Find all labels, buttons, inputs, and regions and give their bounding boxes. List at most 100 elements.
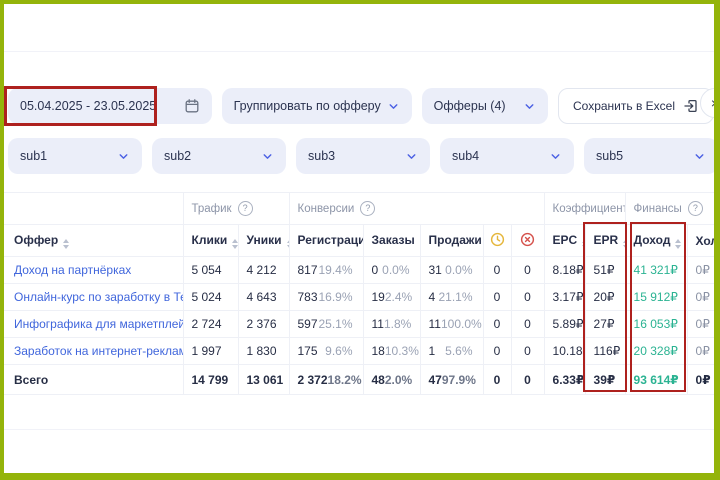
sort-icon[interactable] — [232, 239, 238, 249]
chevron-down-icon — [693, 150, 706, 163]
column-label: Оффер — [14, 233, 58, 247]
column-header-income[interactable]: Доход — [625, 225, 687, 257]
help-icon[interactable]: ? — [238, 201, 253, 216]
group-header-traffic: Трафик? — [183, 193, 289, 225]
clicks-cell: 5 024 — [183, 284, 238, 311]
close-icon: × — [711, 95, 719, 111]
sort-icon[interactable] — [63, 239, 69, 249]
epr-cell: 27₽ — [585, 311, 625, 338]
sort-icon[interactable] — [675, 239, 681, 249]
help-icon[interactable]: ? — [688, 201, 703, 216]
orders-count: 18 — [372, 344, 385, 358]
table-row: Заработок на интернет-рекламе 1 997 1 83… — [4, 338, 714, 365]
calendar-icon[interactable] — [184, 98, 200, 114]
export-excel-button[interactable]: Сохранить в Excel — [558, 88, 714, 124]
group-label: Трафик — [192, 203, 232, 215]
sales-pct: 21.1% — [438, 290, 472, 304]
offers-select[interactable]: Офферы (4) — [422, 88, 548, 124]
column-label: Доход — [634, 233, 671, 247]
column-header-epr[interactable]: EPR — [585, 225, 625, 257]
column-label: Уники — [247, 233, 282, 247]
orders-count: 0 — [372, 263, 379, 277]
help-icon[interactable]: ? — [360, 201, 375, 216]
export-excel-label: Сохранить в Excel — [573, 99, 675, 113]
orders-pct: 2.0% — [385, 373, 412, 387]
epc-cell: 5.89₽ — [544, 311, 585, 338]
column-label: Холд — [696, 234, 715, 248]
rejected-cell: 0 — [511, 284, 544, 311]
column-header-clicks[interactable]: Клики — [183, 225, 238, 257]
registrations-count: 783 — [298, 290, 318, 304]
group-header-coefficients: Коэффициенты? — [544, 193, 625, 225]
column-label: Клики — [192, 233, 228, 247]
column-header-orders[interactable]: Заказы — [363, 225, 420, 257]
column-header-sales[interactable]: Продажи — [420, 225, 483, 257]
hold-cell: 0₽ — [687, 284, 714, 311]
sub2-select[interactable]: sub2 — [152, 138, 286, 174]
rejected-cross-icon — [520, 232, 535, 247]
sub-filters: sub1 sub2 sub3 sub4 sub5 — [8, 138, 714, 174]
group-header-conversions: Конверсии? — [289, 193, 544, 225]
sub1-select[interactable]: sub1 — [8, 138, 142, 174]
chevron-down-icon — [523, 100, 536, 113]
epr-cell: 51₽ — [585, 257, 625, 284]
registrations-pct: 18.2% — [328, 373, 362, 387]
income-cell: 16 053₽ — [625, 311, 687, 338]
pending-cell: 0 — [483, 311, 511, 338]
rejected-cell: 0 — [511, 365, 544, 395]
total-label: Всего — [4, 365, 183, 395]
table-row: Инфографика для маркетплейсов 2 724 2 37… — [4, 311, 714, 338]
column-label: Продажи — [429, 233, 482, 247]
column-header-uniques[interactable]: Уники — [238, 225, 289, 257]
income-cell: 20 328₽ — [625, 338, 687, 365]
sub4-select[interactable]: sub4 — [440, 138, 574, 174]
pending-cell: 0 — [483, 365, 511, 395]
registrations-pct: 9.6% — [325, 344, 352, 358]
epc-cell: 6.33₽ — [544, 365, 585, 395]
group-header-finance: Финансы? — [625, 193, 714, 225]
stats-table: Трафик? Конверсии? Коэффициенты? Финансы… — [4, 192, 714, 395]
sales-pct: 97.9% — [442, 373, 476, 387]
group-by-select[interactable]: Группировать по офферу — [222, 88, 412, 124]
sub1-value: sub1 — [20, 149, 47, 163]
offer-link[interactable]: Доход на партнёрках — [14, 263, 131, 277]
pending-clock-icon — [490, 232, 505, 247]
sub4-value: sub4 — [452, 149, 479, 163]
epc-cell: 10.18₽ — [544, 338, 585, 365]
column-header-epc[interactable]: EPC — [544, 225, 585, 257]
uniques-cell: 13 061 — [238, 365, 289, 395]
total-row: Всего 14 799 13 061 2 37218.2% 482.0% 47… — [4, 365, 714, 395]
offers-value: Офферы (4) — [434, 99, 506, 113]
sales-pct: 0.0% — [445, 263, 472, 277]
column-label: Регистрации — [298, 233, 364, 247]
sales-pct: 5.6% — [445, 344, 472, 358]
top-divider — [4, 4, 714, 52]
column-header-registrations[interactable]: Регистрации — [289, 225, 363, 257]
hold-cell: 0₽ — [687, 311, 714, 338]
epc-cell: 3.17₽ — [544, 284, 585, 311]
rejected-cell: 0 — [511, 257, 544, 284]
registrations-count: 597 — [298, 317, 318, 331]
orders-count: 11 — [372, 317, 384, 331]
clicks-cell: 2 724 — [183, 311, 238, 338]
offer-link[interactable]: Онлайн-курс по заработку в Телеграм — [14, 290, 183, 304]
column-header-pending[interactable] — [483, 225, 511, 257]
orders-pct: 0.0% — [382, 263, 409, 277]
column-header-rejected[interactable] — [511, 225, 544, 257]
column-label: EPR — [594, 233, 619, 247]
date-range-input[interactable]: 05.04.2025 - 23.05.2025 — [8, 88, 212, 124]
column-header-offer[interactable]: Оффер — [4, 225, 183, 257]
chevron-down-icon — [117, 150, 130, 163]
clicks-cell: 1 997 — [183, 338, 238, 365]
table-row: Доход на партнёрках 5 054 4 212 81719.4%… — [4, 257, 714, 284]
offer-link[interactable]: Заработок на интернет-рекламе — [14, 344, 183, 358]
sub3-select[interactable]: sub3 — [296, 138, 430, 174]
orders-pct: 10.3% — [385, 344, 419, 358]
sub5-select[interactable]: sub5 — [584, 138, 718, 174]
column-header-hold[interactable]: Холд — [687, 225, 714, 257]
epr-cell: 116₽ — [585, 338, 625, 365]
chevron-down-icon — [549, 150, 562, 163]
page: 05.04.2025 - 23.05.2025 Группировать по … — [0, 0, 720, 480]
offer-link[interactable]: Инфографика для маркетплейсов — [14, 317, 183, 331]
uniques-cell: 1 830 — [238, 338, 289, 365]
